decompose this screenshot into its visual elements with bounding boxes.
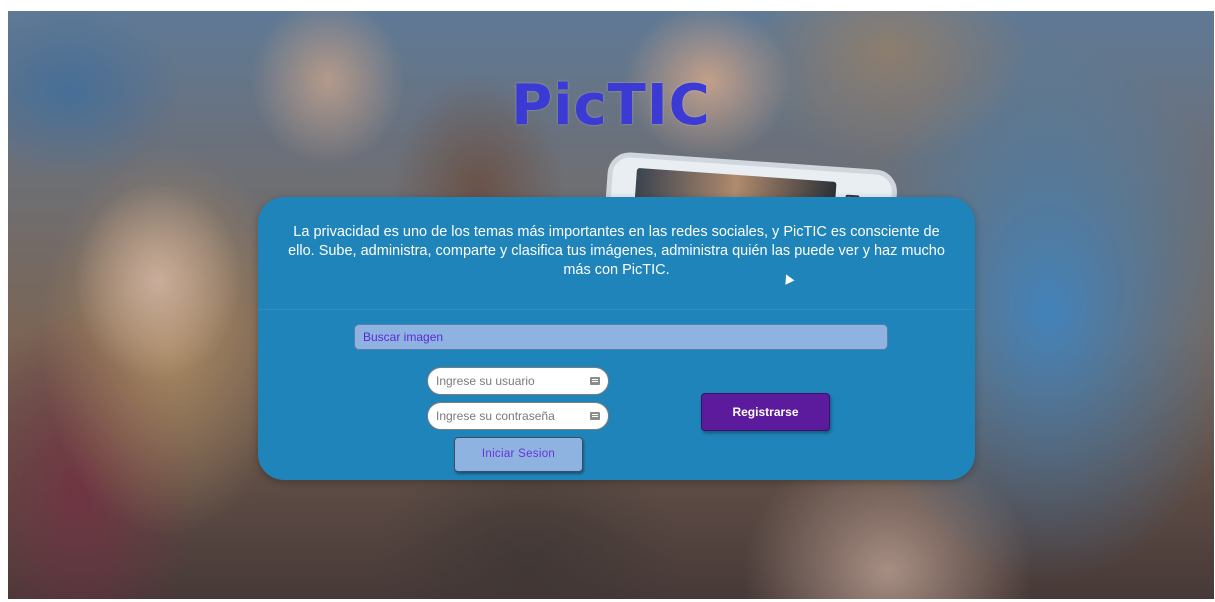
divider (258, 309, 975, 310)
password-field[interactable] (427, 402, 609, 430)
register-button[interactable]: Registrarse (701, 393, 830, 431)
username-field[interactable] (427, 367, 609, 395)
username-input[interactable] (436, 368, 584, 394)
autofill-key-icon[interactable] (590, 377, 600, 385)
password-input[interactable] (436, 403, 584, 429)
autofill-key-icon[interactable] (590, 412, 600, 420)
login-button[interactable]: Iniciar Sesion (454, 437, 583, 472)
page-frame: PicTIC La privacidad es uno de los temas… (8, 11, 1214, 599)
search-image-input[interactable] (354, 324, 888, 350)
main-panel: La privacidad es uno de los temas más im… (258, 197, 975, 480)
intro-text: La privacidad es uno de los temas más im… (288, 224, 945, 278)
app-logo: PicTIC (511, 73, 711, 138)
